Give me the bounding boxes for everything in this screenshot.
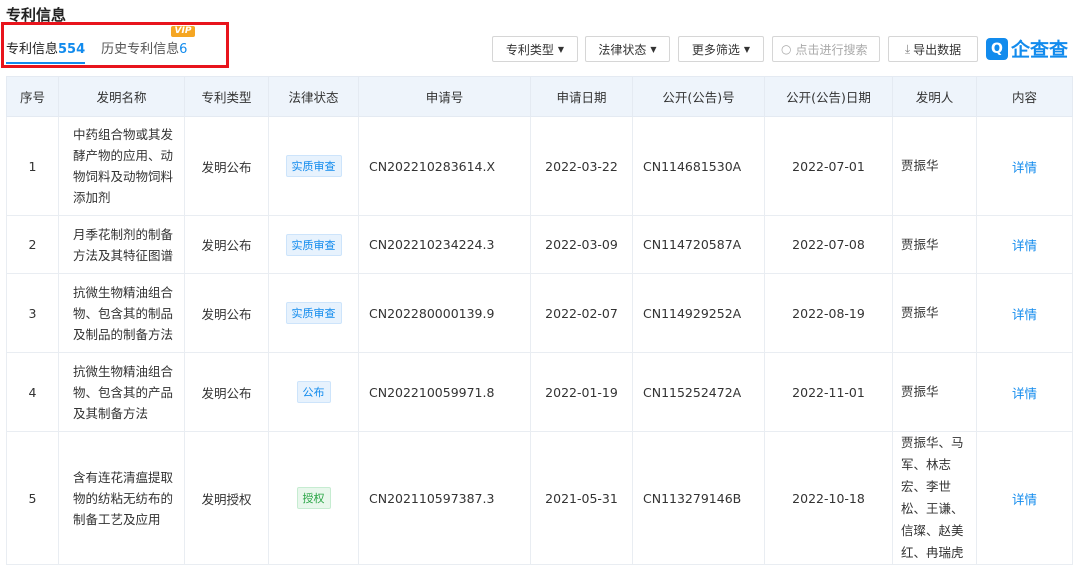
detail-link[interactable]: 详情 [1012,492,1037,507]
detail-cell: 详情 [976,352,1073,432]
inventor: 贾振华 [892,352,977,432]
invention-name: 中药组合物或其发酵产物的应用、动物饲料及动物饲料添加剂 [58,116,185,216]
col-header: 专利类型 [184,76,269,117]
status-badge: 实质审查 [285,155,342,177]
col-header: 申请日期 [530,76,633,117]
status-badge: 实质审查 [285,233,342,256]
col-header: 发明人 [892,76,977,117]
highlight-box [1,22,229,68]
detail-cell: 详情 [976,215,1073,274]
patent-table: 序号 发明名称 专利类型 法律状态 申请号 申请日期 公开(公告)号 公开(公告… [6,76,1073,565]
legal-status: 实质审查 [268,116,359,216]
patent-type: 发明公布 [184,352,269,432]
publication-date: 2022-11-01 [764,352,893,432]
table-row: 1 中药组合物或其发酵产物的应用、动物饲料及动物饲料添加剂 发明公布 实质审查 … [6,116,1073,216]
publication-no: CN114681530A [632,116,765,216]
inventor: 贾振华 [892,116,977,216]
search-input[interactable]: ○ 点击进行搜索 [772,36,880,62]
detail-link[interactable]: 详情 [1012,386,1037,401]
invention-name: 月季花制剂的制备方法及其特征图谱 [58,215,185,274]
row-no: 5 [6,431,59,565]
legal-status: 实质审查 [268,215,359,274]
application-date: 2022-03-09 [530,215,633,274]
publication-date: 2022-10-18 [764,431,893,565]
publication-no: CN114720587A [632,215,765,274]
status-badge: 公布 [296,381,331,403]
detail-link[interactable]: 详情 [1012,238,1037,253]
publication-date: 2022-08-19 [764,273,893,353]
detail-cell: 详情 [976,273,1073,353]
publication-no: CN115252472A [632,352,765,432]
invention-name: 含有连花清瘟提取物的纺粘无纺布的制备工艺及应用 [58,431,185,565]
application-no: CN202210283614.X [358,116,531,216]
table-row: 3 抗微生物精油组合物、包含其的制品及制品的制备方法 发明公布 实质审查 CN2… [6,273,1073,353]
download-icon: ⤓ [904,41,911,56]
status-badge: 授权 [296,487,331,509]
detail-link[interactable]: 详情 [1012,160,1037,175]
table-row: 5 含有连花清瘟提取物的纺粘无纺布的制备工艺及应用 发明授权 授权 CN2021… [6,431,1073,565]
search-icon: ○ [781,42,792,56]
filter-label: 专利类型 [505,42,554,57]
detail-link[interactable]: 详情 [1012,307,1037,322]
invention-name: 抗微生物精油组合物、包含其的制品及制品的制备方法 [58,273,185,353]
legal-status: 授权 [268,431,359,565]
col-header: 申请号 [358,76,531,117]
table-header: 序号 发明名称 专利类型 法律状态 申请号 申请日期 公开(公告)号 公开(公告… [6,76,1073,117]
caret-down-icon: ▼ [650,44,657,54]
application-date: 2022-03-22 [530,116,633,216]
publication-no: CN113279146B [632,431,765,565]
row-no: 1 [6,116,59,216]
patent-type: 发明授权 [184,431,269,565]
col-header: 公开(公告)日期 [764,76,893,117]
application-no: CN202110597387.3 [358,431,531,565]
patent-type-filter[interactable]: 专利类型 ▼ [492,36,578,62]
inventor: 贾振华、马军、林志宏、李世松、王谦、信璨、赵美红、冉瑞虎 [892,431,977,565]
export-button[interactable]: ⤓ 导出数据 [888,36,978,62]
legal-status: 公布 [268,352,359,432]
col-header: 公开(公告)号 [632,76,765,117]
col-header: 序号 [6,76,59,117]
logo-icon: Q [986,37,1008,60]
publication-date: 2022-07-01 [764,116,893,216]
row-no: 2 [6,215,59,274]
inventor: 贾振华 [892,215,977,274]
caret-down-icon: ▼ [743,44,751,54]
application-no: CN202210059971.8 [358,352,531,432]
application-no: CN202210234224.3 [358,215,531,274]
legal-status: 实质审查 [268,273,359,353]
export-label: 导出数据 [913,42,962,57]
inventor: 贾振华 [892,273,977,353]
search-placeholder: 点击进行搜索 [795,42,868,57]
logo: Q 企查查 [986,35,1068,62]
filter-label: 更多筛选 [691,42,740,57]
application-date: 2022-02-07 [530,273,633,353]
more-filter[interactable]: 更多筛选 ▼ [678,36,764,62]
filter-label: 法律状态 [598,42,647,57]
row-no: 4 [6,352,59,432]
legal-status-filter[interactable]: 法律状态 ▼ [585,36,670,62]
logo-text: 企查查 [1011,39,1069,61]
patent-type: 发明公布 [184,273,269,353]
caret-down-icon: ▼ [557,44,565,54]
table-row: 4 抗微生物精油组合物、包含其的产品及其制备方法 发明公布 公布 CN20221… [6,352,1073,432]
publication-no: CN114929252A [632,273,765,353]
table-row: 2 月季花制剂的制备方法及其特征图谱 发明公布 实质审查 CN202210234… [6,215,1073,274]
application-date: 2021-05-31 [530,431,633,565]
application-date: 2022-01-19 [530,352,633,432]
col-header: 法律状态 [268,76,359,117]
detail-cell: 详情 [976,116,1073,216]
detail-cell: 详情 [976,431,1073,565]
application-no: CN202280000139.9 [358,273,531,353]
row-no: 3 [6,273,59,353]
col-header: 发明名称 [58,76,185,117]
col-header: 内容 [976,76,1073,117]
status-badge: 实质审查 [285,302,342,324]
patent-type: 发明公布 [184,215,269,274]
invention-name: 抗微生物精油组合物、包含其的产品及其制备方法 [58,352,185,432]
patent-type: 发明公布 [184,116,269,216]
publication-date: 2022-07-08 [764,215,893,274]
